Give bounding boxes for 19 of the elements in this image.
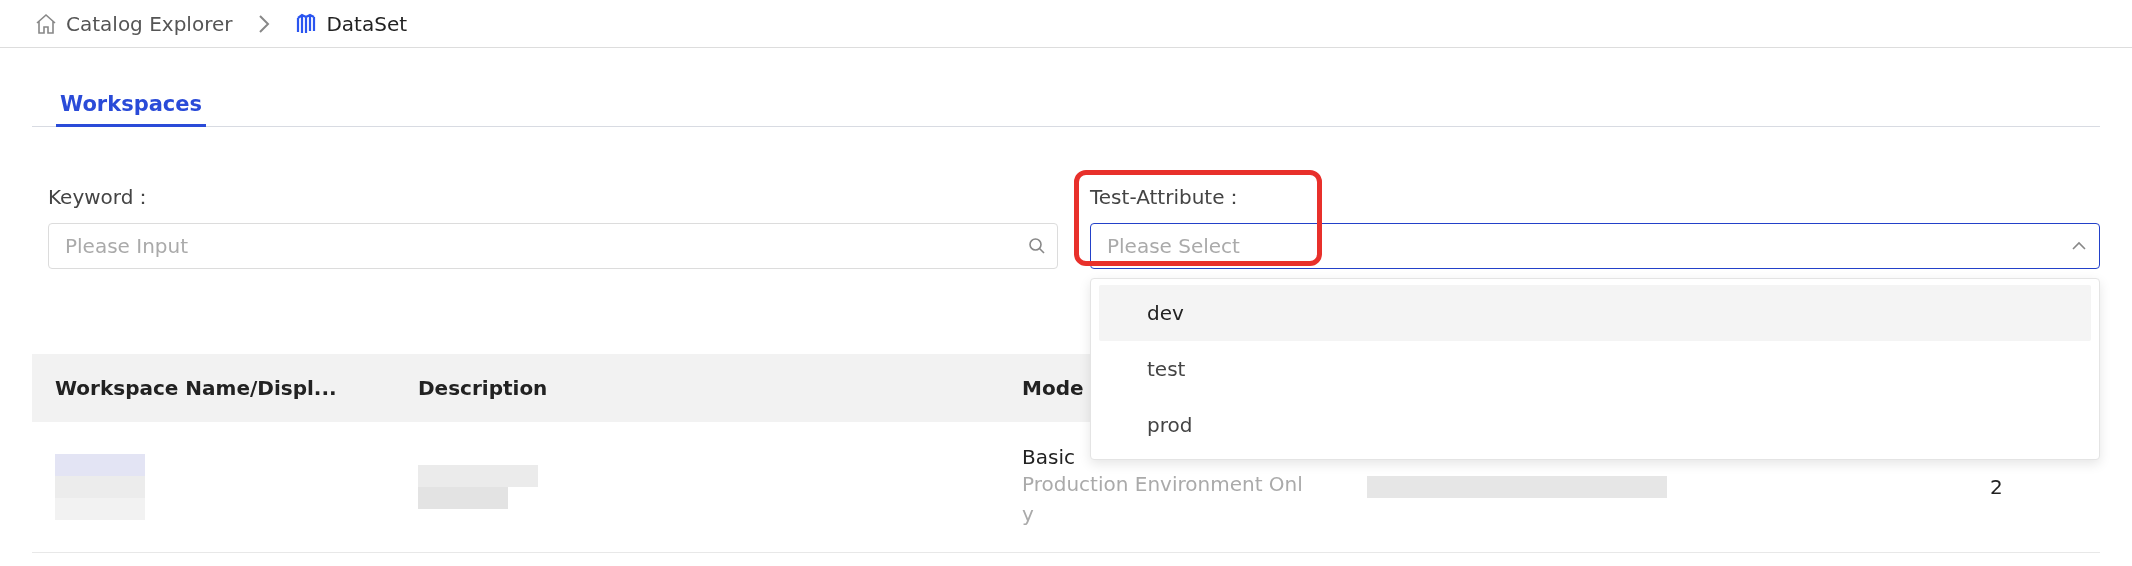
column-header: Mode (1021, 376, 1085, 400)
column-header: Workspace Name/Displ... (54, 376, 338, 400)
dropdown-option[interactable]: dev (1099, 285, 2091, 341)
search-icon (1028, 237, 1046, 255)
chevron-right-icon (258, 13, 271, 34)
filter-label: Test-Attribute： (1090, 184, 1246, 211)
breadcrumb-current: DataSet (326, 11, 408, 36)
tab[interactable]: Workspaces (56, 92, 207, 127)
column-header: Description (417, 376, 549, 400)
home-icon (34, 11, 58, 36)
table-cell-text: Basic (1022, 445, 1076, 469)
breadcrumb-link[interactable]: Catalog Explorer (66, 11, 233, 36)
dropdown-option[interactable]: prod (1099, 397, 2091, 453)
table-cell: 2 (1990, 475, 2003, 499)
dropdown-option[interactable]: test (1099, 341, 2091, 397)
search-field[interactable]: Please Input (48, 223, 1058, 269)
table-cell-text: Production Environment Only (1022, 471, 1304, 528)
caret-icon (2071, 241, 2087, 251)
filter-label: Keyword： (48, 184, 155, 211)
